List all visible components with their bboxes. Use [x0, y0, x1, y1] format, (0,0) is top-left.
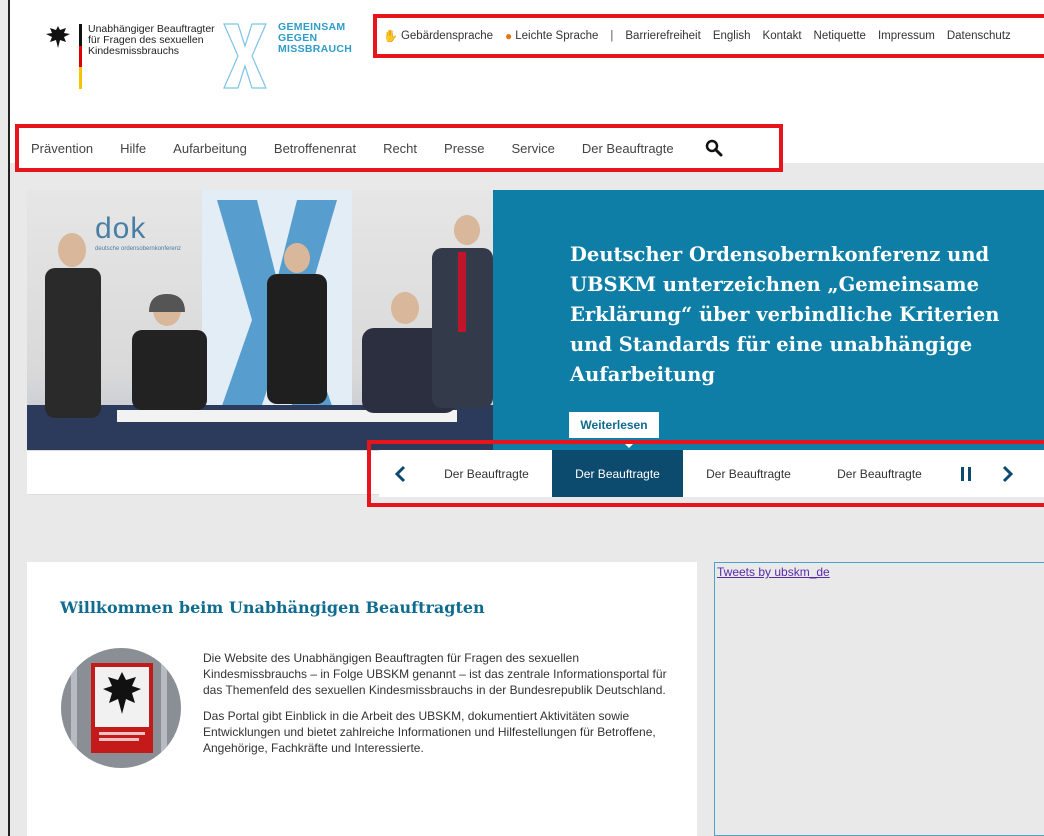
chevron-left-icon — [394, 465, 406, 482]
office-sign-illustration — [61, 648, 181, 768]
slider-tab-1[interactable]: Der Beauftragte — [421, 450, 552, 497]
hero-headline[interactable]: Deutscher Ordensobernkonferenz und UBSKM… — [570, 240, 1010, 390]
hero-banner: dok deutsche ordensobernkonferenz Deutsc… — [27, 190, 1044, 450]
slider-inner: Der Beauftragte Der Beauftragte Der Beau… — [379, 450, 1044, 497]
read-more-button[interactable]: Weiterlesen — [569, 412, 659, 438]
welcome-section: Willkommen beim Unabhängigen Beauftragte… — [27, 562, 697, 836]
chevron-right-icon — [1002, 465, 1014, 482]
nav-separator: | — [610, 30, 614, 42]
dok-logo-text: dok — [95, 212, 147, 245]
slider-controls: Der Beauftragte Der Beauftragte Der Beau… — [367, 440, 1044, 507]
welcome-text: Die Website des Unabhängigen Beauftragte… — [203, 650, 673, 766]
nav-item-hilfe[interactable]: Hilfe — [120, 141, 146, 156]
avatar — [61, 648, 181, 768]
service-navigation: ✋ Gebärdensprache ● Leichte Sprache | Ba… — [373, 14, 1044, 58]
campaign-line-3: MISSBRAUCH — [278, 43, 353, 55]
nav-item-der-beauftragte[interactable]: Der Beauftragte — [582, 141, 674, 156]
slider-next-button[interactable] — [987, 450, 1029, 497]
dok-logo: dok deutsche ordensobernkonferenz — [95, 212, 181, 252]
slider-pause-button[interactable] — [945, 450, 987, 497]
welcome-title: Willkommen beim Unabhängigen Beauftragte… — [60, 598, 485, 617]
ubskm-logo[interactable]: Unabhängiger Beauftragter für Fragen des… — [45, 24, 218, 90]
link-accessibility[interactable]: Barrierefreiheit — [625, 30, 700, 42]
slider-tab-4[interactable]: Der Beauftragte — [814, 450, 945, 497]
slider-tab-3[interactable]: Der Beauftragte — [683, 450, 814, 497]
search-icon[interactable] — [705, 139, 723, 157]
campaign-text: GEMEINSAM GEGEN MISSBRAUCH — [278, 22, 352, 55]
campaign-logo[interactable]: GEMEINSAM GEGEN MISSBRAUCH — [220, 22, 352, 90]
main-navigation: Prävention Hilfe Aufarbeitung Betroffene… — [15, 124, 783, 172]
federal-eagle-icon — [46, 26, 70, 48]
nav-item-aufarbeitung[interactable]: Aufarbeitung — [173, 141, 247, 156]
slider-tab-2[interactable]: Der Beauftragte — [552, 450, 683, 497]
tweets-link[interactable]: Tweets by ubskm_de — [717, 565, 830, 579]
dok-logo-subtext: deutsche ordensobernkonferenz — [95, 246, 182, 252]
logo-text: Unabhängiger Beauftragter für Fragen des… — [88, 24, 218, 57]
logo-line-3: Kindesmissbrauchs — [88, 45, 180, 57]
twitter-widget: Tweets by ubskm_de — [714, 562, 1044, 836]
welcome-paragraph-1: Die Website des Unabhängigen Beauftragte… — [203, 651, 667, 697]
nav-item-betroffenenrat[interactable]: Betroffenenrat — [274, 141, 356, 156]
link-easy-language[interactable]: Leichte Sprache — [515, 30, 598, 42]
link-english[interactable]: English — [713, 30, 751, 42]
pause-icon — [961, 466, 971, 481]
link-imprint[interactable]: Impressum — [878, 30, 935, 42]
hero-photo[interactable]: dok deutsche ordensobernkonferenz — [27, 190, 493, 450]
link-contact[interactable]: Kontakt — [763, 30, 802, 42]
nav-item-praevention[interactable]: Prävention — [31, 141, 93, 156]
german-flag-bar — [79, 24, 82, 90]
campaign-x-icon — [223, 23, 267, 89]
hand-icon: ✋ — [383, 29, 398, 43]
nav-item-recht[interactable]: Recht — [383, 141, 417, 156]
nav-item-service[interactable]: Service — [512, 141, 555, 156]
link-privacy[interactable]: Datenschutz — [947, 30, 1011, 42]
link-netiquette[interactable]: Netiquette — [814, 30, 866, 42]
nav-item-presse[interactable]: Presse — [444, 141, 484, 156]
welcome-paragraph-2: Das Portal gibt Einblick in die Arbeit d… — [203, 709, 656, 755]
slider-prev-button[interactable] — [379, 450, 421, 497]
link-sign-language[interactable]: Gebärdensprache — [401, 30, 493, 42]
easy-language-icon: ● — [505, 29, 513, 43]
